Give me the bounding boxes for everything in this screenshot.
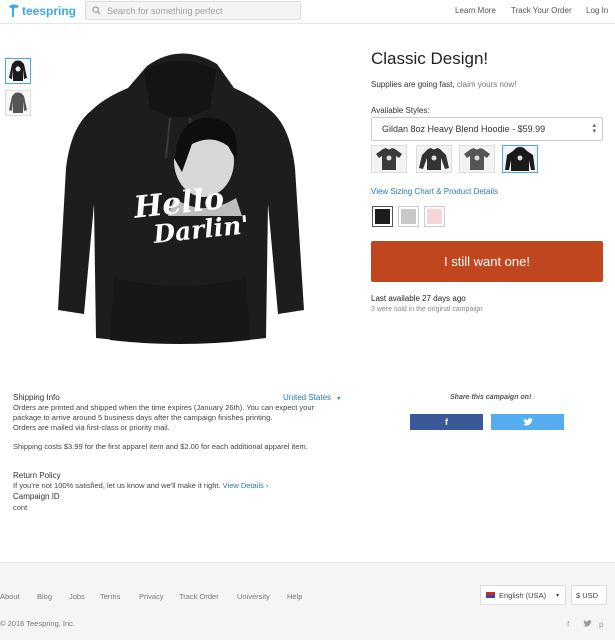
search-box[interactable] xyxy=(85,1,301,20)
style-option-tshirt[interactable] xyxy=(371,145,407,173)
color-swatch-black-fill xyxy=(375,209,390,224)
shipping-line-3: Orders are mailed via first-class or pri… xyxy=(13,423,170,432)
still-want-one-button[interactable]: I still want one! xyxy=(371,241,603,282)
footer-facebook-icon[interactable]: f xyxy=(567,620,569,629)
nav-learn-more[interactable]: Learn More xyxy=(455,6,496,15)
hoodie-icon xyxy=(505,147,535,171)
select-arrows-icon: ▴ ▾ xyxy=(592,122,596,135)
view-details-link[interactable]: View Details › xyxy=(223,481,269,490)
shipping-line-2: package to arrive around 5 business days… xyxy=(13,413,273,422)
grey-tshirt-icon xyxy=(464,148,490,170)
shipping-cost: Shipping costs $3.99 for the first appar… xyxy=(13,442,308,451)
share-label: Share this campaign on! xyxy=(450,394,532,401)
color-swatch-black[interactable] xyxy=(372,206,393,227)
facebook-icon: f xyxy=(445,417,448,427)
campaign-title: Classic Design! xyxy=(371,49,489,68)
language-value: English (USA) xyxy=(499,590,547,600)
teespring-logo[interactable]: teespring xyxy=(8,4,76,18)
return-policy-text: If you're not 100% satisfied, let us kno… xyxy=(13,481,268,490)
campaign-id-title: Campaign ID xyxy=(13,492,60,501)
chevron-right-icon: › xyxy=(265,481,269,490)
nav-track-order[interactable]: Track Your Order xyxy=(511,6,572,15)
copyright-text: © 2016 Teespring, Inc. xyxy=(0,619,76,628)
supplies-notice: Supplies are going fast, claim yours now… xyxy=(371,80,516,89)
hoodie-back-thumb-icon xyxy=(9,92,27,113)
claim-link[interactable]: claim yours now! xyxy=(457,80,517,89)
style-select-value: Gildan 8oz Heavy Blend Hoodie - $59.99 xyxy=(382,124,546,134)
caret-down-icon: ▾ xyxy=(556,592,560,599)
return-policy-body: If you're not 100% satisfied, let us kno… xyxy=(13,481,221,490)
footer-link-jobs[interactable]: Jobs xyxy=(69,592,85,601)
color-swatch-grey-fill xyxy=(401,209,416,224)
top-header: teespring Learn More Track Your Order Lo… xyxy=(0,0,615,24)
footer-link-terms[interactable]: Terms xyxy=(100,592,120,601)
style-option-hoodie[interactable] xyxy=(502,145,538,173)
teespring-logo-icon xyxy=(9,4,19,17)
supplies-text: Supplies are going fast, xyxy=(371,80,455,89)
color-swatch-pink[interactable] xyxy=(424,206,445,227)
country-select-value: United States xyxy=(283,393,332,402)
search-icon xyxy=(92,6,101,15)
currency-value: $ USD xyxy=(576,590,599,600)
style-select[interactable]: Gildan 8oz Heavy Blend Hoodie - $59.99 ▴… xyxy=(371,117,603,141)
search-input[interactable] xyxy=(107,5,287,16)
share-twitter-button[interactable] xyxy=(491,414,564,430)
share-facebook-button[interactable]: f xyxy=(410,414,483,430)
footer-link-help[interactable]: Help xyxy=(287,592,302,601)
footer-link-blog[interactable]: Blog xyxy=(37,592,52,601)
caret-down-icon: ▾ xyxy=(337,396,341,402)
flag-icon xyxy=(486,592,495,598)
nav-log-in[interactable]: Log In xyxy=(586,6,608,15)
footer-link-privacy[interactable]: Privacy xyxy=(139,592,164,601)
sizing-chart-link[interactable]: View Sizing Chart & Product Details xyxy=(371,187,498,196)
shipping-info-title: Shipping Info xyxy=(13,393,60,402)
footer-twitter-glyph-icon xyxy=(583,620,592,627)
product-image-hoodie: Hello Darlin' xyxy=(58,53,304,344)
longsleeve-icon xyxy=(419,148,449,170)
last-available-text: Last available 27 days ago xyxy=(371,294,466,303)
footer-link-university[interactable]: University xyxy=(237,592,270,601)
language-select[interactable]: English (USA) ▾ xyxy=(480,585,566,605)
footer-pinterest-icon[interactable]: p xyxy=(599,620,603,629)
hoodie-front-thumb-icon xyxy=(9,60,27,81)
footer-link-track-order[interactable]: Track Order xyxy=(179,592,219,601)
style-option-grey-tee[interactable] xyxy=(459,145,495,173)
product-thumbnail-front[interactable] xyxy=(5,58,31,84)
country-select[interactable]: United States ▾ xyxy=(283,393,340,402)
return-policy-title: Return Policy xyxy=(13,471,61,480)
style-option-longsleeve[interactable] xyxy=(416,145,452,173)
shipping-line-1: Orders are printed and shipped when the … xyxy=(13,403,315,412)
sold-count-text: 3 were sold in the original campaign xyxy=(371,306,483,313)
product-thumbnail-back[interactable] xyxy=(5,90,31,116)
view-details-label: View Details xyxy=(222,481,264,490)
available-styles-label: Available Styles: xyxy=(371,106,430,115)
color-swatch-pink-fill xyxy=(427,209,442,224)
color-swatch-grey[interactable] xyxy=(398,206,419,227)
twitter-icon xyxy=(522,418,533,426)
footer-link-about[interactable]: About xyxy=(0,592,20,601)
currency-select[interactable]: $ USD xyxy=(571,585,607,605)
campaign-id-value: cont xyxy=(13,503,28,512)
logo-text: teespring xyxy=(22,4,77,18)
footer-twitter-icon[interactable] xyxy=(583,620,592,629)
tshirt-icon xyxy=(376,148,402,170)
